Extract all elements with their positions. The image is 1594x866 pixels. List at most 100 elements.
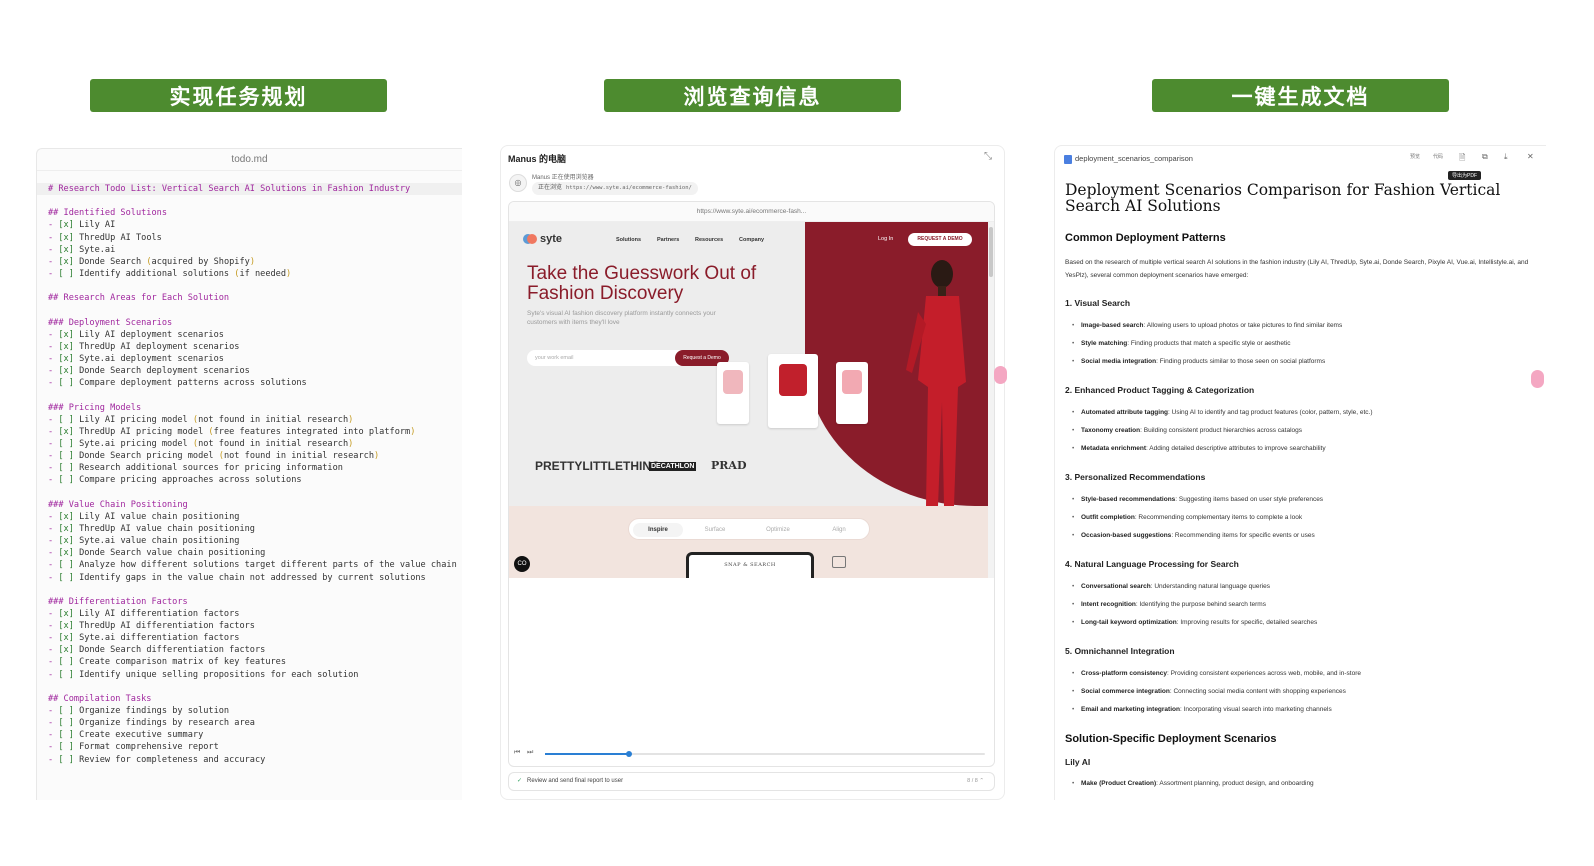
list-item: Cross-platform consistency: Providing co… [1072, 665, 1535, 683]
product-card[interactable] [836, 362, 868, 424]
doc-list: Cross-platform consistency: Providing co… [1072, 665, 1535, 719]
browsing-pill: 正在浏览 https://www.syte.ai/ecommerce-fashio… [532, 182, 698, 195]
doc-list: Style-based recommendations: Suggesting … [1072, 491, 1535, 545]
todo-item: - [x] ThredUp AI value chain positioning [48, 523, 255, 534]
todo-item: - [ ] Research additional sources for pr… [48, 463, 343, 474]
todo-item: - [ ] Lily AI pricing model (not found i… [48, 414, 354, 425]
tab-inspire[interactable]: Inspire [633, 523, 683, 537]
todo-item: - [ ] Review for completeness and accura… [48, 754, 266, 765]
tab-optimize[interactable]: Optimize [753, 523, 803, 537]
todo-item: - [x] ThredUp AI pricing model (free fea… [48, 426, 416, 437]
label-task-planning: 实现任务规划 [90, 79, 387, 112]
todo-filename: todo.md [37, 149, 462, 171]
todo-item: - [x] Syte.ai value chain positioning [48, 536, 240, 547]
todo-item: - [ ] Create comparison matrix of key fe… [48, 657, 287, 668]
feature-tabs: Inspire Surface Optimize Align [628, 518, 870, 540]
copy-icon[interactable]: ⧉ [1482, 152, 1488, 162]
browsing-url: https://www.syte.ai/ecommerce-fashion/ [566, 185, 692, 191]
image-search-icon[interactable] [832, 556, 846, 568]
browsing-label: 正在浏览 [538, 185, 563, 191]
syte-logo-icon [527, 234, 537, 245]
todo-item: - [ ] Donde Search pricing model (not fo… [48, 451, 380, 462]
progress-fill [545, 753, 629, 755]
doc-list: Image-based search: Allowing users to up… [1072, 317, 1535, 371]
todo-item: - [x] Donde Search deployment scenarios [48, 366, 250, 377]
doc-heading-common: Common Deployment Patterns [1065, 232, 1226, 244]
list-item: Social media integration: Finding produc… [1072, 353, 1535, 371]
todo-item: - [ ] Analyze how different solutions ta… [48, 560, 457, 571]
todo-item: - [x] ThredUp AI Tools [48, 232, 162, 243]
product-card[interactable] [768, 354, 818, 428]
todo-item: - [ ] Syte.ai pricing model (not found i… [48, 438, 354, 449]
todo-item: - [x] ThredUp AI deployment scenarios [48, 341, 240, 352]
device-mockup: SNAP & SEARCH [686, 552, 814, 578]
close-icon[interactable]: ✕ [1527, 152, 1534, 161]
step-counter: 8 / 8 ⌃ [967, 778, 984, 784]
todo-heading: ### Pricing Models [48, 402, 142, 413]
assistant-badge-icon[interactable] [994, 366, 1007, 384]
check-icon: ✓ [517, 778, 523, 784]
co-badge[interactable]: CO [514, 556, 530, 572]
list-item: Image-based search: Allowing users to up… [1072, 317, 1535, 335]
task-status-bar[interactable]: ✓ Review and send final report to user 8 … [508, 772, 995, 791]
list-item: Email and marketing integration: Incorpo… [1072, 701, 1535, 719]
nav-resources[interactable]: Resources [695, 237, 723, 243]
todo-heading: ### Value Chain Positioning [48, 499, 188, 510]
request-demo-button[interactable]: REQUEST A DEMO [908, 233, 972, 246]
progress-knob[interactable] [625, 751, 632, 757]
nav-company[interactable]: Company [739, 237, 764, 243]
todo-item: - [ ] Format comprehensive report [48, 742, 219, 753]
todo-item: - [x] Donde Search differentiation facto… [48, 645, 266, 656]
syte-logo[interactable]: syte [527, 233, 562, 245]
doc-body: Deployment Scenarios Comparison for Fash… [1065, 182, 1535, 800]
code-tab[interactable]: 代码 [1433, 153, 1443, 160]
todo-heading: ## Research Areas for Each Solution [48, 293, 230, 304]
preview-tab[interactable]: 预览 [1410, 153, 1420, 160]
product-card[interactable] [717, 362, 749, 424]
doc-heading-specific: Solution-Specific Deployment Scenarios [1065, 733, 1277, 745]
todo-item: - [x] Lily AI value chain positioning [48, 511, 240, 522]
doc-list: Automated attribute tagging: Using AI to… [1072, 404, 1535, 458]
skip-back-icon[interactable]: ⏮ [514, 749, 520, 757]
nav-solutions[interactable]: Solutions [616, 237, 641, 243]
model-image [906, 260, 966, 506]
label-browse-info: 浏览查询信息 [604, 79, 901, 112]
list-item: Style matching: Finding products that ma… [1072, 335, 1535, 353]
doc-title: Deployment Scenarios Comparison for Fash… [1065, 181, 1501, 215]
progress-track[interactable] [545, 751, 985, 757]
url-bar[interactable]: https://www.syte.ai/ecommerce-fash... [509, 202, 994, 222]
todo-item: - [ ] Organize findings by solution [48, 706, 230, 717]
scrollbar[interactable] [988, 222, 994, 578]
tab-align[interactable]: Align [814, 523, 864, 537]
todo-item: - [x] Lily AI [48, 220, 116, 231]
document-panel: deployment_scenarios_comparison 预览 代码 🗎 … [1054, 145, 1546, 800]
login-link[interactable]: Log In [878, 236, 893, 242]
collapse-icon[interactable]: ⤡ [984, 151, 992, 162]
list-item: Outfit completion: Recommending compleme… [1072, 509, 1535, 527]
todo-item: - [ ] Organize findings by research area [48, 718, 255, 729]
nav-partners[interactable]: Partners [657, 237, 679, 243]
export-pdf-icon[interactable]: 🗎 [1459, 152, 1465, 166]
skip-forward-icon[interactable]: ⏭ [527, 749, 533, 757]
list-item: Taxonomy creation: Building consistent p… [1072, 422, 1535, 440]
tab-surface[interactable]: Surface [690, 523, 740, 537]
doc-lily-heading: Lily AI [1065, 757, 1091, 767]
download-icon[interactable]: ⤓ [1504, 152, 1508, 162]
todo-item: - [x] Syte.ai deployment scenarios [48, 353, 224, 364]
list-item: Social commerce integration: Connecting … [1072, 683, 1535, 701]
todo-item: - [x] Donde Search value chain positioni… [48, 548, 266, 559]
doc-sections: 1. Visual Search Image-based search: Allo… [1065, 298, 1535, 719]
list-item: Conversational search: Understanding nat… [1072, 578, 1535, 596]
todo-code: # Research Todo List: Vertical Search AI… [37, 171, 462, 766]
manus-using-text: Manus 正在使用浏览器 [532, 175, 594, 181]
doc-section-heading: 3. Personalized Recommendations [1065, 472, 1206, 482]
doc-section-heading: 1. Visual Search [1065, 298, 1131, 308]
hero-heading: Take the Guesswork Out of Fashion Discov… [527, 263, 757, 304]
todo-item: - [x] ThredUp AI differentiation factors [48, 621, 255, 632]
assistant-badge-icon[interactable] [1531, 370, 1544, 388]
status-text: Review and send final report to user [527, 778, 624, 784]
manus-title: Manus 的电脑 [508, 154, 567, 164]
